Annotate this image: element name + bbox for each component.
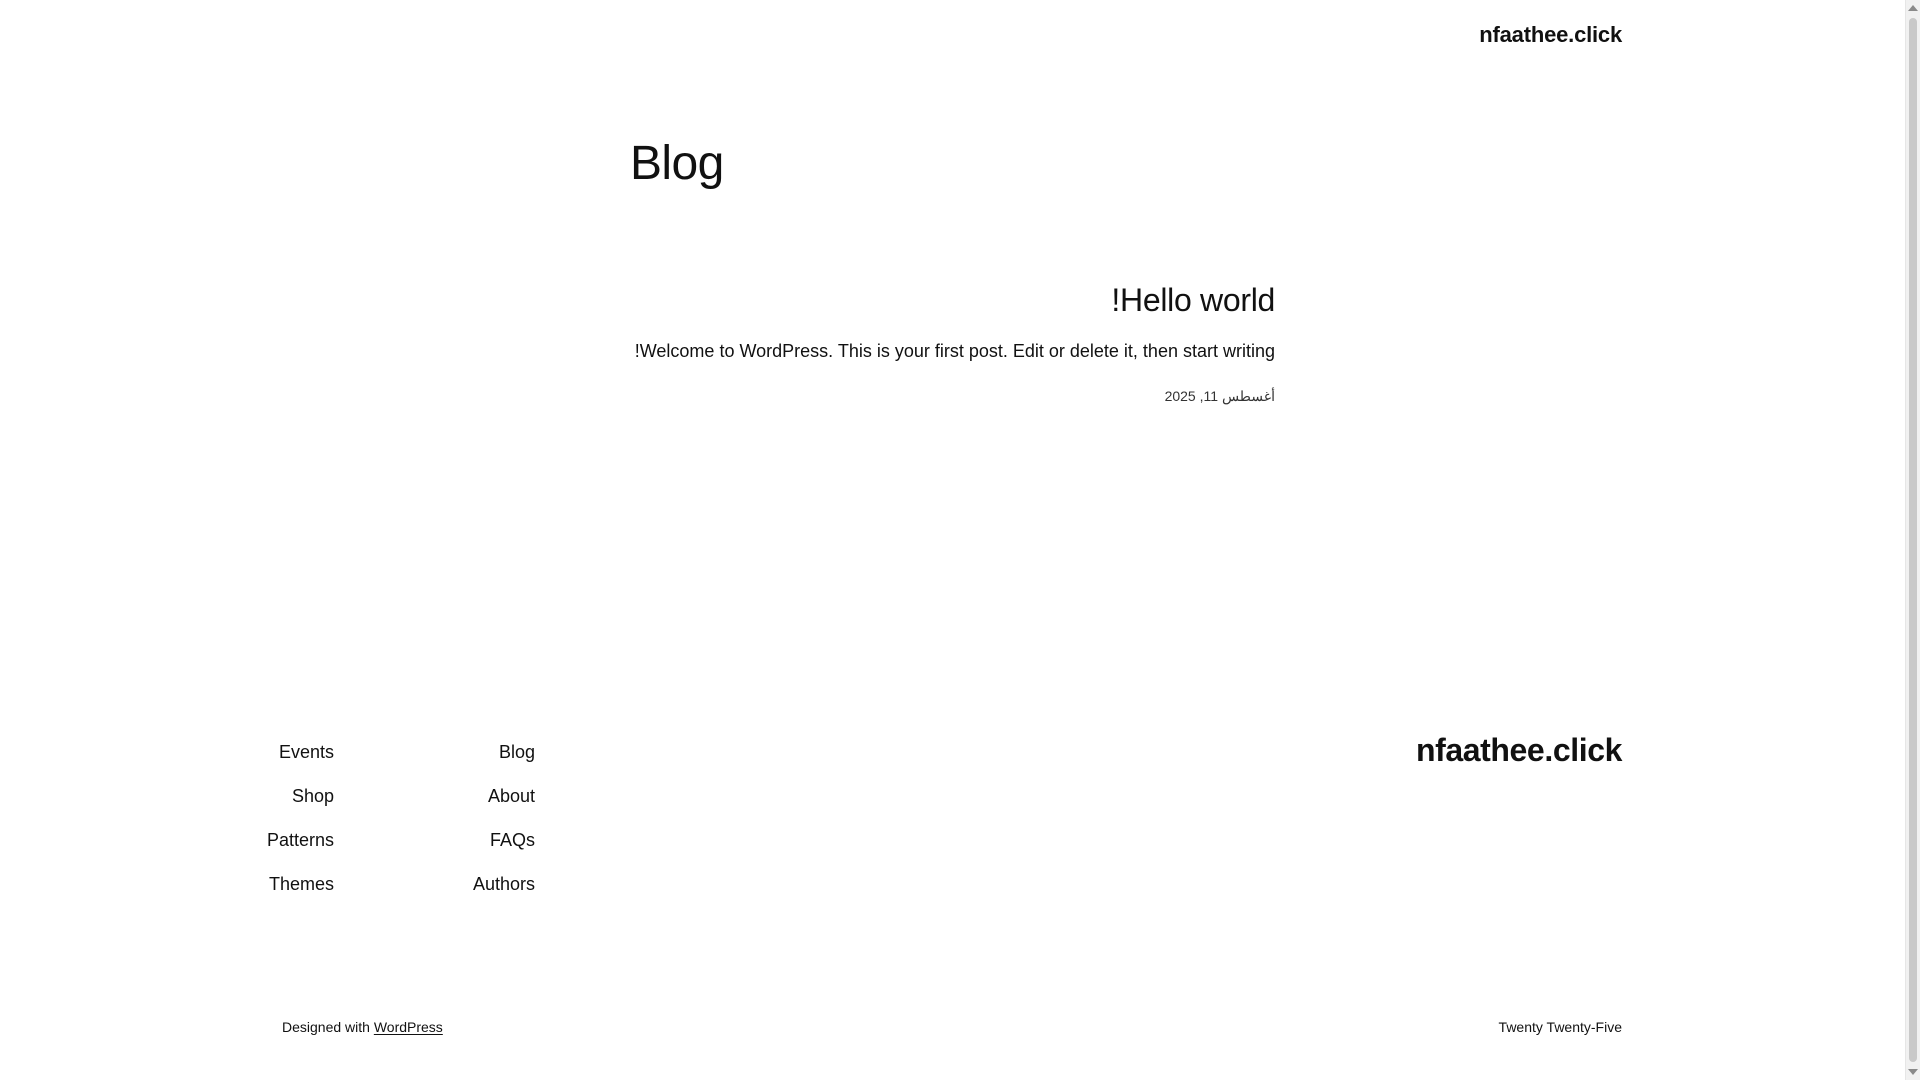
scroll-down-icon[interactable] <box>1908 1069 1918 1075</box>
footer-nav-left: Events Shop Patterns Themes <box>267 730 334 906</box>
post-date: أغسطس 11, 2025 <box>1164 388 1275 404</box>
vertical-scrollbar[interactable] <box>1905 0 1920 1080</box>
blog-post: !Hello world !Welcome to WordPress. This… <box>630 280 1276 405</box>
wordpress-link[interactable]: WordPress <box>374 1019 443 1035</box>
header-site-title-link[interactable]: nfaathee.click <box>1479 22 1622 48</box>
footer-link-events[interactable]: Events <box>279 730 334 774</box>
footer-link-shop[interactable]: Shop <box>292 774 334 818</box>
footer-link-blog[interactable]: Blog <box>499 730 535 774</box>
footer-site-title-link[interactable]: nfaathee.click <box>1416 730 1622 770</box>
footer-credit: Designed with WordPress <box>282 1018 443 1036</box>
footer-nav-right: Blog About FAQs Authors <box>473 730 535 906</box>
theme-name: Twenty Twenty-Five <box>1498 1019 1622 1035</box>
page: nfaathee.click Blog !Hello world !Welcom… <box>0 0 1905 1080</box>
footer-link-authors[interactable]: Authors <box>473 862 535 906</box>
footer-link-themes[interactable]: Themes <box>269 862 334 906</box>
scroll-up-icon[interactable] <box>1908 5 1918 11</box>
post-excerpt: !Welcome to WordPress. This is your firs… <box>634 341 1275 361</box>
footer-link-patterns[interactable]: Patterns <box>267 818 334 862</box>
page-title: Blog <box>630 137 724 190</box>
footer-link-about[interactable]: About <box>488 774 535 818</box>
post-title-link[interactable]: !Hello world <box>630 280 1275 320</box>
credit-prefix: Designed with <box>282 1019 370 1035</box>
footer-link-faqs[interactable]: FAQs <box>490 818 535 862</box>
scroll-thumb[interactable] <box>1909 18 1917 1062</box>
